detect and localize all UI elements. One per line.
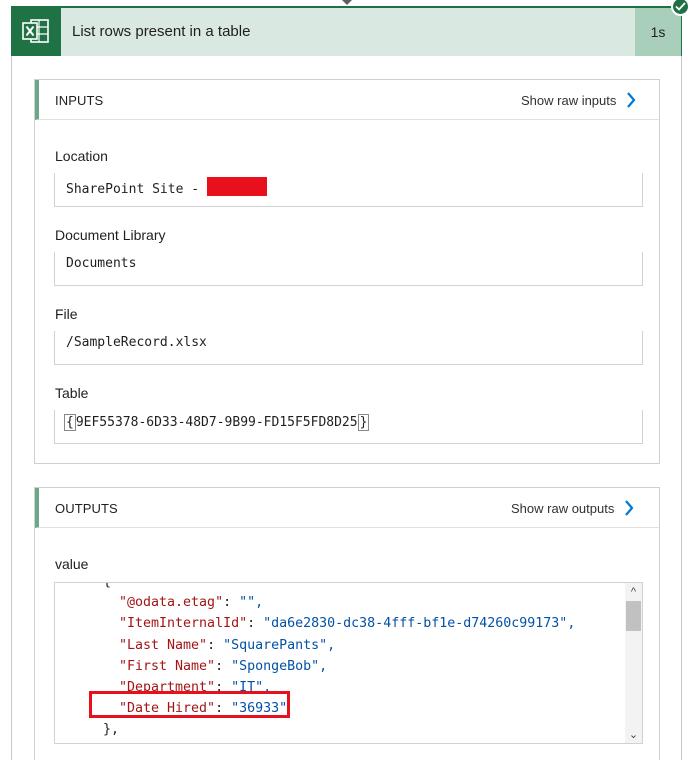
date-hired-highlight bbox=[89, 691, 290, 718]
duration-badge: 1s bbox=[635, 8, 681, 56]
outputs-title: OUTPUTS bbox=[55, 501, 118, 516]
json-value: "da6e2830-dc38-4fff-bf1e-d74260c99173", bbox=[263, 616, 576, 632]
outputs-section-header: OUTPUTS Show raw outputs bbox=[35, 488, 659, 528]
outputs-section: OUTPUTS Show raw outputs value { "@odata… bbox=[34, 487, 660, 760]
scrollbar-thumb[interactable] bbox=[626, 601, 641, 631]
inputs-section-header: INPUTS Show raw inputs bbox=[35, 80, 659, 120]
json-open-brace: { bbox=[55, 583, 111, 589]
show-raw-inputs-label: Show raw inputs bbox=[521, 92, 617, 108]
brace-open: { bbox=[64, 414, 76, 431]
redaction-block bbox=[206, 177, 267, 196]
file-label: File bbox=[55, 306, 78, 322]
checkmark-icon bbox=[671, 0, 690, 16]
inputs-section: INPUTS Show raw inputs Location SharePoi… bbox=[34, 79, 660, 464]
connector-arrow bbox=[342, 0, 352, 5]
location-label: Location bbox=[55, 148, 108, 164]
json-value: "", bbox=[239, 595, 264, 611]
vertical-scrollbar[interactable]: ^ ⌄ bbox=[625, 583, 642, 743]
header-accent-bar bbox=[11, 6, 682, 8]
output-json-viewer[interactable]: { "@odata.etag": "", "ItemInternalId": "… bbox=[54, 582, 643, 744]
value-label: value bbox=[55, 556, 89, 572]
action-title: List rows present in a table bbox=[72, 23, 251, 40]
scroll-up-icon[interactable]: ^ bbox=[627, 585, 640, 598]
document-library-value: Documents bbox=[66, 256, 137, 271]
show-raw-inputs-link[interactable]: Show raw inputs bbox=[521, 92, 636, 108]
scroll-down-icon[interactable]: ⌄ bbox=[627, 728, 640, 741]
json-close-brace: }, bbox=[103, 722, 120, 738]
location-field: SharePoint Site - bbox=[54, 173, 643, 207]
json-value: "SpongeBob", bbox=[231, 658, 328, 674]
json-key: "First Name" bbox=[119, 658, 216, 674]
table-value: 9EF55378-6D33-48D7-9B99-FD15F5FD8D25 bbox=[75, 415, 358, 430]
inputs-title: INPUTS bbox=[55, 93, 104, 108]
json-key: "ItemInternalId" bbox=[119, 616, 248, 632]
document-library-field: Documents bbox=[54, 252, 643, 286]
document-library-label: Document Library bbox=[55, 227, 166, 243]
json-key: "Last Name" bbox=[119, 637, 208, 653]
table-field: {9EF55378-6D33-48D7-9B99-FD15F5FD8D25} bbox=[54, 410, 643, 444]
file-field: /SampleRecord.xlsx bbox=[54, 331, 643, 365]
table-label: Table bbox=[55, 385, 89, 401]
show-raw-outputs-link[interactable]: Show raw outputs bbox=[511, 500, 634, 516]
file-value: /SampleRecord.xlsx bbox=[66, 335, 207, 350]
excel-icon bbox=[11, 6, 61, 56]
brace-close: } bbox=[357, 414, 370, 431]
json-key: "@odata.etag" bbox=[119, 595, 224, 611]
chevron-right-icon bbox=[625, 500, 634, 516]
show-raw-outputs-label: Show raw outputs bbox=[511, 500, 615, 516]
json-value: "SquarePants", bbox=[223, 637, 336, 653]
chevron-right-icon bbox=[627, 92, 636, 108]
location-value: SharePoint Site - bbox=[66, 182, 207, 197]
